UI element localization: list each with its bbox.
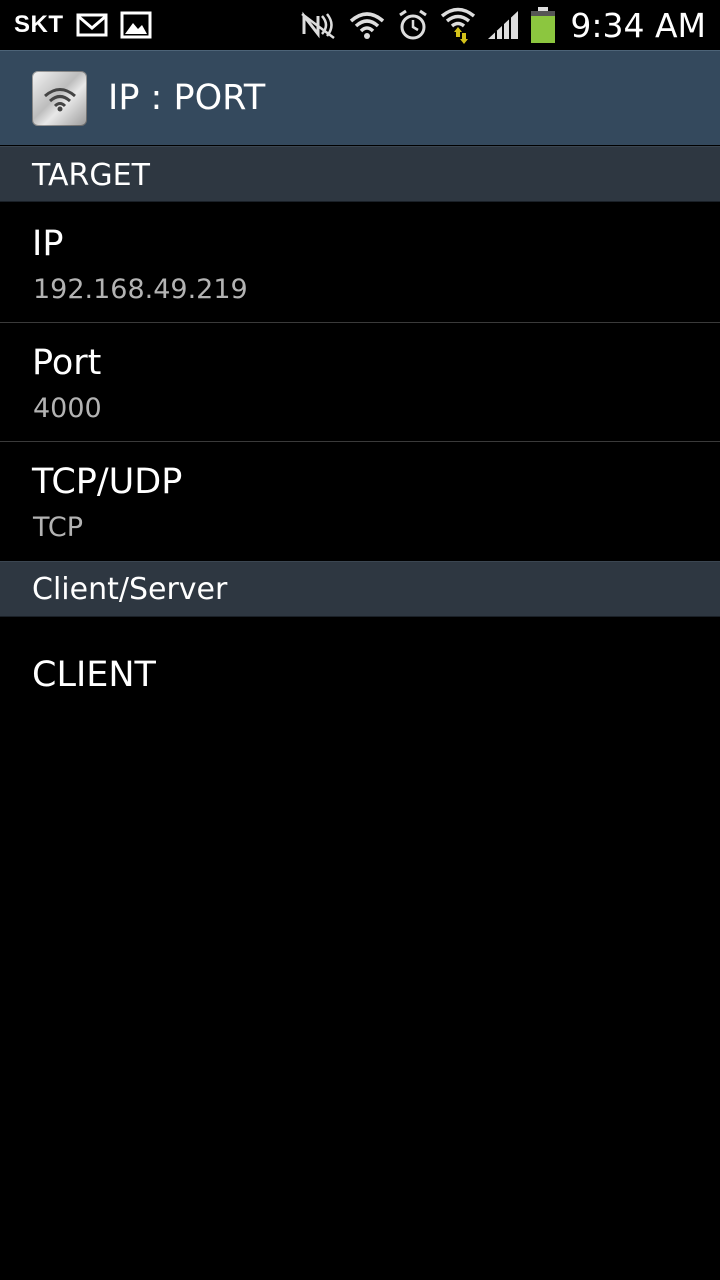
- battery-icon: [530, 6, 556, 44]
- alarm-icon: [396, 8, 430, 42]
- preference-title: TCP/UDP: [32, 462, 183, 502]
- preference-title: IP: [32, 224, 64, 264]
- wifi-data-icon: [440, 6, 476, 44]
- carrier-label: SKT: [14, 11, 64, 38]
- preference-title: Port: [32, 343, 102, 383]
- status-bar: SKT 9:34 AM: [0, 0, 720, 50]
- clock: 9:34 AM: [570, 5, 706, 45]
- status-bar-left: SKT: [14, 0, 152, 50]
- signal-icon: [486, 9, 520, 41]
- gallery-icon: [120, 11, 152, 39]
- wifi-app-icon[interactable]: [32, 71, 87, 126]
- preference-summary: 192.168.49.219: [33, 274, 248, 305]
- preference-summary: 4000: [33, 393, 102, 424]
- action-bar: IP : PORT: [0, 50, 720, 145]
- section-header-target: TARGET: [0, 146, 720, 202]
- nfc-off-icon: [298, 10, 338, 40]
- preference-port[interactable]: Port 4000: [0, 322, 720, 442]
- preference-client[interactable]: CLIENT: [0, 617, 720, 737]
- section-header-label: Client/Server: [32, 572, 228, 607]
- page-title: IP : PORT: [108, 78, 266, 118]
- wifi-icon: [348, 10, 386, 40]
- preference-summary: TCP: [33, 512, 84, 543]
- preference-title: CLIENT: [32, 655, 156, 695]
- preference-ip[interactable]: IP 192.168.49.219: [0, 202, 720, 322]
- status-bar-right: 9:34 AM: [298, 0, 706, 50]
- preference-tcp-udp[interactable]: TCP/UDP TCP: [0, 441, 720, 561]
- section-header-client-server: Client/Server: [0, 561, 720, 617]
- gmail-icon: [76, 12, 108, 38]
- section-header-label: TARGET: [32, 158, 150, 193]
